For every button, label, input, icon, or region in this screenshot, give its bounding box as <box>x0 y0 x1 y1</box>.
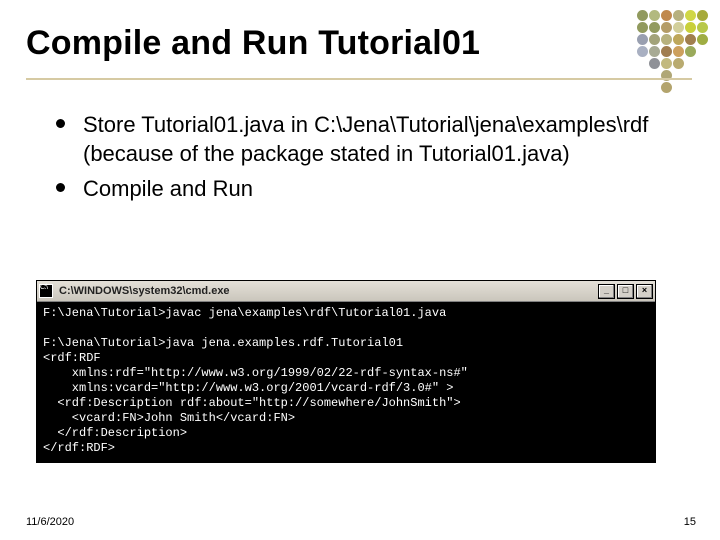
bullet-icon <box>56 183 65 192</box>
list-item-text: Compile and Run <box>83 174 694 203</box>
bullet-list: Store Tutorial01.java in C:\Jena\Tutoria… <box>56 110 694 209</box>
list-item-text: Store Tutorial01.java in C:\Jena\Tutoria… <box>83 110 694 168</box>
cmd-icon <box>39 284 53 298</box>
slide-footer: 11/6/2020 15 <box>26 516 696 528</box>
maximize-button[interactable]: □ <box>617 284 634 299</box>
close-button[interactable]: × <box>636 284 653 299</box>
cmd-titlebar: C:\WINDOWS\system32\cmd.exe _ □ × <box>37 281 655 302</box>
bullet-icon <box>56 119 65 128</box>
list-item: Compile and Run <box>56 174 694 203</box>
minimize-button[interactable]: _ <box>598 284 615 299</box>
cmd-caption: C:\WINDOWS\system32\cmd.exe <box>59 285 596 297</box>
footer-page-number: 15 <box>684 516 696 528</box>
footer-date: 11/6/2020 <box>26 516 74 528</box>
list-item: Store Tutorial01.java in C:\Jena\Tutoria… <box>56 110 694 168</box>
cmd-window: C:\WINDOWS\system32\cmd.exe _ □ × F:\Jen… <box>36 280 656 463</box>
title-underline <box>26 78 692 80</box>
slide-title: Compile and Run Tutorial01 <box>26 24 480 63</box>
cmd-output: F:\Jena\Tutorial>javac jena\examples\rdf… <box>37 302 655 462</box>
